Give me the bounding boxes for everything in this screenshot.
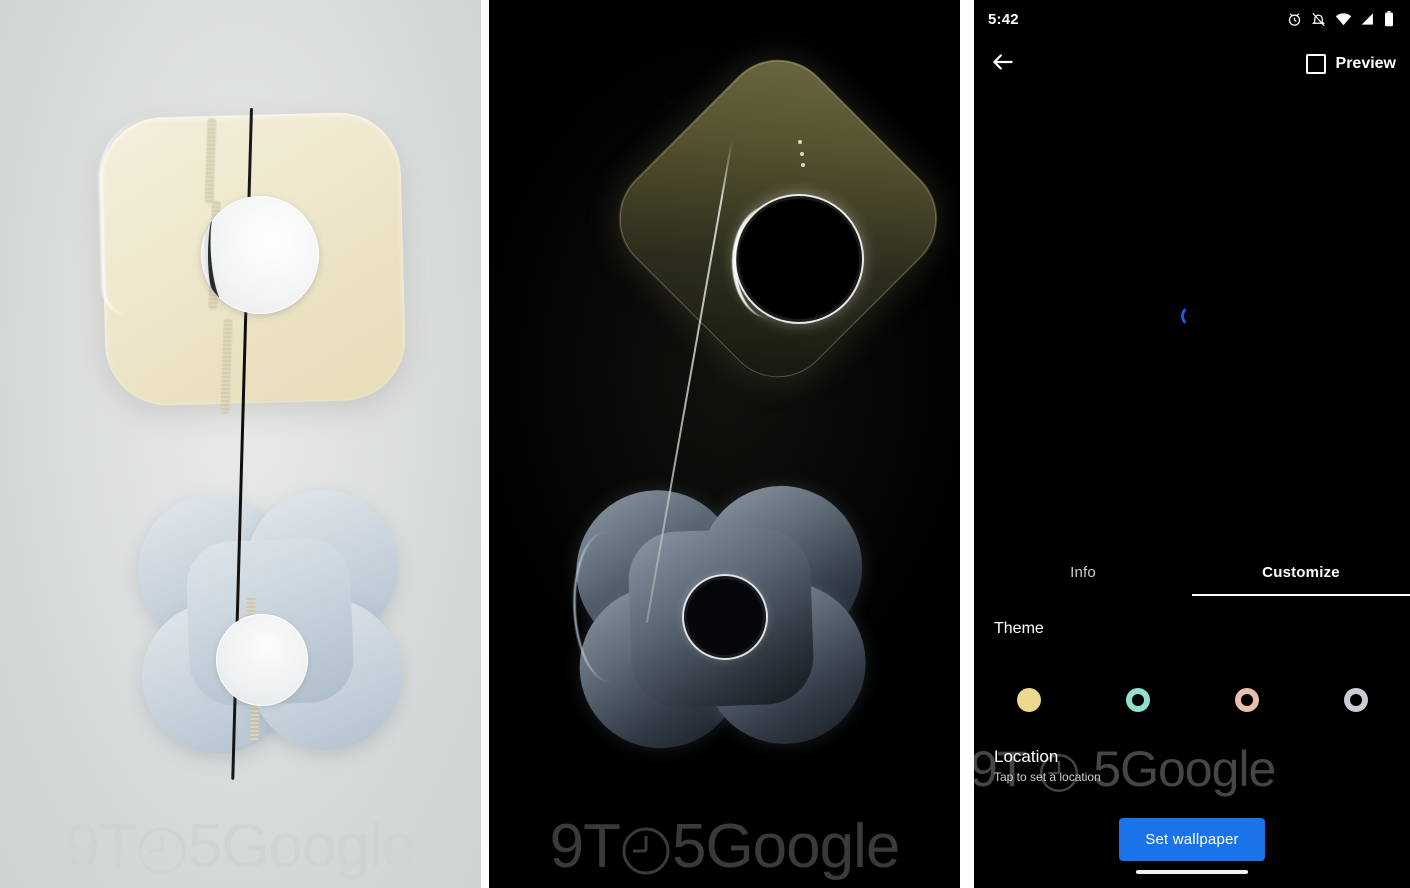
tab-bar: Info Customize (974, 548, 1410, 596)
panel-divider (481, 0, 489, 888)
set-wallpaper-button[interactable]: Set wallpaper (1119, 818, 1265, 861)
cord-bead (800, 152, 804, 156)
loading-spinner-icon (1181, 305, 1203, 327)
location-title: Location (994, 747, 1059, 766)
cord-bead (798, 140, 802, 144)
wifi-icon (1335, 12, 1352, 26)
preview-toggle[interactable]: Preview (1305, 54, 1396, 74)
home-indicator-bar[interactable] (1136, 870, 1248, 874)
wallpaper-ring-dark-flower (684, 576, 766, 658)
watermark-text-after: 5Google (187, 812, 416, 881)
checkbox-unchecked-icon[interactable] (1305, 54, 1326, 74)
wallpaper-hole-light-flower (216, 614, 308, 706)
cell-signal-icon (1361, 12, 1375, 26)
theme-swatch-peach[interactable] (1235, 688, 1259, 712)
theme-swatch-cell (974, 688, 1083, 712)
theme-swatch-cell (1301, 688, 1410, 712)
wallpaper-picker-phone-ui: 5:42 Preview Info Customize Theme 9T 5Go… (974, 0, 1410, 888)
clock-icon (620, 811, 672, 882)
hole-inner-highlight (203, 208, 233, 302)
watermark-9to5google: 9T 5Google (489, 811, 960, 882)
location-row[interactable]: Location Tap to set a location (994, 747, 1101, 784)
cord-bead (801, 163, 805, 167)
wallpaper-hole-light-square (201, 196, 319, 314)
wallpaper-ring-dark-square (736, 196, 862, 322)
primary-action-row: Set wallpaper (974, 818, 1410, 861)
status-bar: 5:42 (974, 0, 1410, 38)
tab-active-indicator (1192, 594, 1410, 596)
watermark-text-after: 5Google (671, 812, 900, 881)
alarm-icon (1287, 12, 1302, 27)
arrow-left-icon[interactable] (990, 49, 1016, 80)
watermark-text-before: 9T (549, 812, 621, 881)
location-subtitle: Tap to set a location (994, 769, 1101, 784)
watermark-text-after: 5Google (1093, 741, 1276, 797)
watermark-9to5google: 9T 5Google (0, 811, 481, 882)
notifications-off-icon (1311, 12, 1326, 27)
panel-divider (960, 0, 974, 888)
watermark-text-before: 9T (65, 812, 137, 881)
clock-icon (136, 811, 188, 882)
theme-swatch-cream[interactable] (1016, 688, 1041, 712)
theme-swatch-gray[interactable] (1344, 688, 1368, 712)
battery-icon (1384, 11, 1394, 27)
wallpaper-preview-area (974, 84, 1410, 548)
theme-swatch-teal[interactable] (1126, 688, 1150, 712)
screenshot-collage: 9T 5Google 9T 5Google 5:42 Preview Info … (0, 0, 1410, 888)
theme-section-label: Theme (994, 620, 1044, 637)
preview-label: Preview (1335, 55, 1396, 72)
status-bar-icons (1287, 11, 1394, 27)
app-bar: Preview (974, 44, 1410, 84)
wallpaper-dark-preview: 9T 5Google (489, 0, 960, 888)
tab-info[interactable]: Info (974, 548, 1192, 596)
theme-swatch-cell (1083, 688, 1192, 712)
status-bar-clock: 5:42 (988, 10, 1019, 28)
customize-sheet: Info Customize Theme 9T 5Google Location… (974, 548, 1410, 888)
theme-swatch-cell (1192, 688, 1301, 712)
tab-customize[interactable]: Customize (1192, 548, 1410, 596)
wallpaper-light-preview: 9T 5Google (0, 0, 481, 888)
theme-swatch-row (974, 688, 1410, 712)
